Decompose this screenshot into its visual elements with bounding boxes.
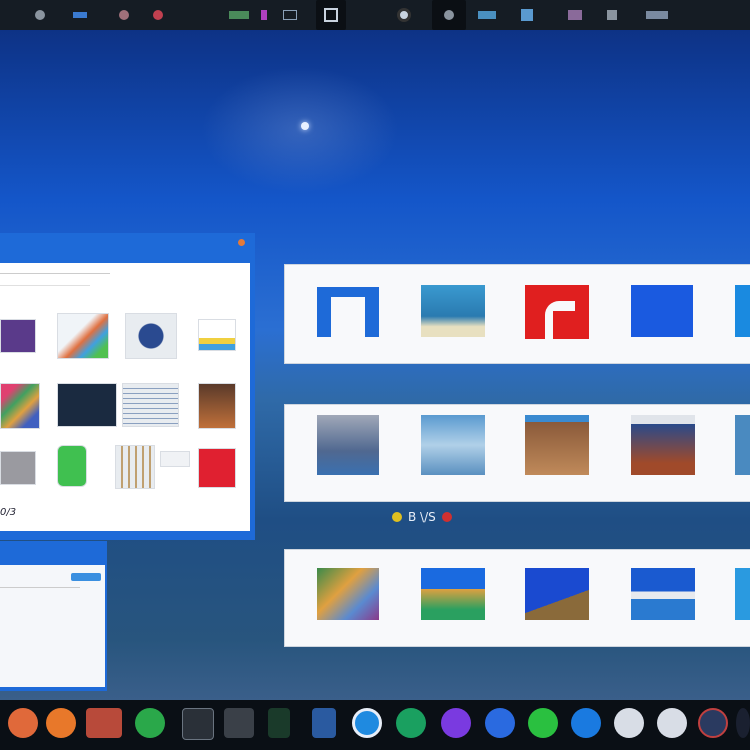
caption-row: В \/S xyxy=(392,510,452,524)
app-icon-4[interactable] xyxy=(150,6,166,24)
green-app-icon[interactable] xyxy=(396,708,426,738)
top-bar xyxy=(0,0,750,30)
divider xyxy=(0,587,80,588)
thumbnail[interactable] xyxy=(735,415,750,475)
grid-icon[interactable] xyxy=(518,6,536,24)
thumbnail[interactable] xyxy=(0,319,36,353)
app-icon-1[interactable] xyxy=(32,6,48,24)
thumbnail[interactable] xyxy=(525,285,589,339)
thumbnail[interactable] xyxy=(198,383,236,429)
dock xyxy=(0,700,750,750)
image-strip-1 xyxy=(284,264,750,364)
image-strip-2 xyxy=(284,404,750,502)
white-circle-icon[interactable] xyxy=(614,708,644,738)
menu-icon[interactable] xyxy=(736,708,750,738)
moon xyxy=(301,122,309,130)
thumbnail[interactable] xyxy=(735,568,750,620)
thumbnail[interactable] xyxy=(421,285,485,337)
firefox-icon[interactable] xyxy=(46,708,76,738)
thumbnail[interactable] xyxy=(122,383,179,427)
terminal-icon[interactable] xyxy=(258,6,270,24)
purple-app-icon[interactable] xyxy=(441,708,471,738)
image-strip-3 xyxy=(284,549,750,647)
yellow-dot-icon xyxy=(392,512,402,522)
chat-icon[interactable] xyxy=(571,708,601,738)
printer-icon[interactable] xyxy=(182,708,214,740)
eye-icon[interactable] xyxy=(316,0,346,30)
photo-icon[interactable] xyxy=(224,708,254,738)
people-icon-2[interactable] xyxy=(604,6,620,24)
green-circle-icon[interactable] xyxy=(528,708,558,738)
small-window[interactable] xyxy=(0,541,107,691)
files-icon[interactable] xyxy=(312,708,336,738)
app-icon-2[interactable] xyxy=(70,6,90,24)
thumbnail[interactable] xyxy=(125,313,177,359)
thumbnail[interactable] xyxy=(0,383,40,429)
thumbnail[interactable] xyxy=(525,568,589,620)
camera-icon[interactable] xyxy=(394,6,414,24)
thumbnail[interactable] xyxy=(57,383,117,427)
file-browser-window[interactable]: 0/3 xyxy=(0,233,255,540)
thumbnail[interactable] xyxy=(317,415,379,475)
thumbnail[interactable] xyxy=(421,568,485,620)
thumbnail[interactable] xyxy=(198,448,236,488)
thumbnail[interactable] xyxy=(57,313,109,359)
window-content: 0/3 xyxy=(0,263,250,531)
thumbnail[interactable] xyxy=(317,568,379,620)
status-icons[interactable] xyxy=(644,6,670,24)
thumbnail[interactable] xyxy=(57,445,87,487)
app-icon-3[interactable] xyxy=(116,6,132,24)
caption-text: В \/S xyxy=(408,510,436,524)
blue-app-icon[interactable] xyxy=(352,708,382,738)
thumbnail[interactable] xyxy=(631,568,695,620)
phone-icon[interactable] xyxy=(268,708,290,738)
thumbnail[interactable] xyxy=(735,285,750,337)
blue-dot-icon[interactable] xyxy=(485,708,515,738)
close-icon[interactable] xyxy=(238,239,245,246)
monitor-icon[interactable] xyxy=(227,6,251,24)
thumbnail[interactable] xyxy=(421,415,485,475)
thumbnail[interactable] xyxy=(115,445,155,489)
thumbnail[interactable] xyxy=(525,415,589,475)
thumbnail[interactable] xyxy=(160,451,190,467)
divider xyxy=(0,273,110,274)
store-icon[interactable] xyxy=(86,708,122,738)
chart-icon[interactable] xyxy=(432,0,466,30)
chrome-icon[interactable] xyxy=(135,708,165,738)
small-window-content xyxy=(0,565,105,687)
thumbnail[interactable] xyxy=(317,287,379,337)
thumbnail[interactable] xyxy=(631,415,695,475)
browser-orange-icon[interactable] xyxy=(8,708,38,738)
thumbnail[interactable] xyxy=(198,319,236,351)
progress-bar xyxy=(71,573,101,581)
paint-icon[interactable] xyxy=(476,6,498,24)
status-text: 0/3 xyxy=(0,507,17,518)
divider xyxy=(0,285,90,286)
thumbnail[interactable] xyxy=(0,451,36,485)
settings-icon[interactable] xyxy=(698,708,728,738)
people-icon[interactable] xyxy=(566,6,584,24)
record-icon[interactable] xyxy=(657,708,687,738)
window-icon[interactable] xyxy=(282,6,298,24)
red-dot-icon xyxy=(441,512,452,522)
thumbnail[interactable] xyxy=(631,285,693,337)
